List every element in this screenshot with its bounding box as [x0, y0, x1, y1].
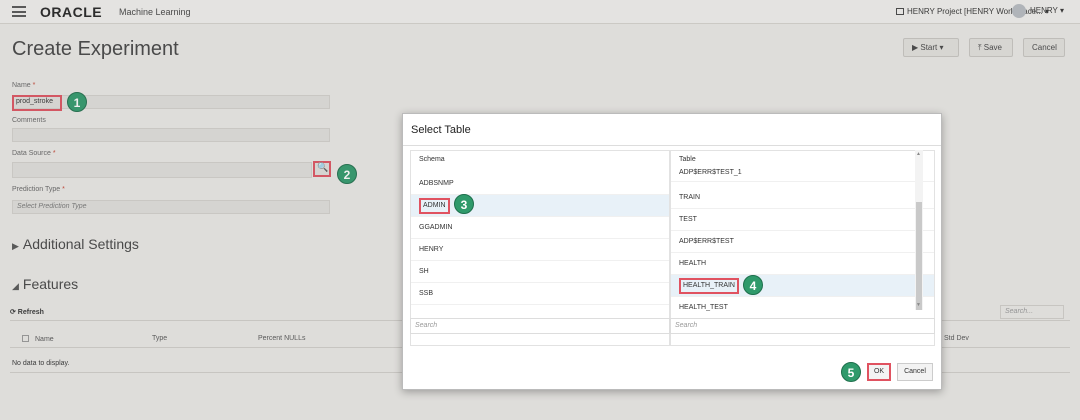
schema-header: Schema	[419, 156, 445, 163]
table-item[interactable]: TRAIN	[671, 187, 934, 209]
table-item[interactable]: HEALTH	[671, 253, 934, 275]
schema-item-selected[interactable]: ADMIN	[411, 195, 669, 217]
table-item-selected[interactable]: HEALTH_TRAIN	[671, 275, 934, 297]
table-item[interactable]: TEST	[671, 209, 934, 231]
schema-search-input[interactable]: Search	[410, 318, 670, 334]
divider	[403, 145, 941, 146]
dialog-cancel-button[interactable]: Cancel	[897, 363, 933, 381]
table-list: Table ADP$ERR$TEST_1 TRAIN TEST ADP$ERR$…	[670, 150, 935, 346]
schema-item[interactable]: HENRY	[411, 239, 669, 261]
step-badge-3: 3	[454, 194, 474, 214]
dialog-title: Select Table	[411, 124, 471, 136]
table-item[interactable]: ADP$ERR$TEST_1	[671, 164, 934, 182]
select-table-dialog: Select Table Schema ADBSNMP ADMIN GGADMI…	[402, 113, 942, 390]
schema-item[interactable]: SH	[411, 261, 669, 283]
scroll-up-icon[interactable]: ▲	[916, 151, 921, 157]
table-item-label: HEALTH_TRAIN	[679, 278, 739, 294]
schema-item-label: ADMIN	[419, 198, 450, 214]
schema-item[interactable]: GGADMIN	[411, 217, 669, 239]
table-item[interactable]: HEALTH_TEST	[671, 297, 934, 319]
table-list-scrollbar[interactable]: ▲ ▼	[915, 150, 923, 310]
schema-list: Schema ADBSNMP ADMIN GGADMIN HENRY SH SS…	[410, 150, 670, 346]
ok-button[interactable]: OK	[867, 363, 891, 381]
scroll-thumb[interactable]	[916, 202, 922, 310]
step-badge-5: 5	[841, 362, 861, 382]
table-search-input[interactable]: Search	[670, 318, 935, 334]
schema-item[interactable]: SSB	[411, 283, 669, 305]
step-badge-4: 4	[743, 275, 763, 295]
schema-item[interactable]: ADBSNMP	[411, 173, 669, 195]
scroll-down-icon[interactable]: ▼	[916, 302, 921, 308]
table-item[interactable]: ADP$ERR$TEST	[671, 231, 934, 253]
